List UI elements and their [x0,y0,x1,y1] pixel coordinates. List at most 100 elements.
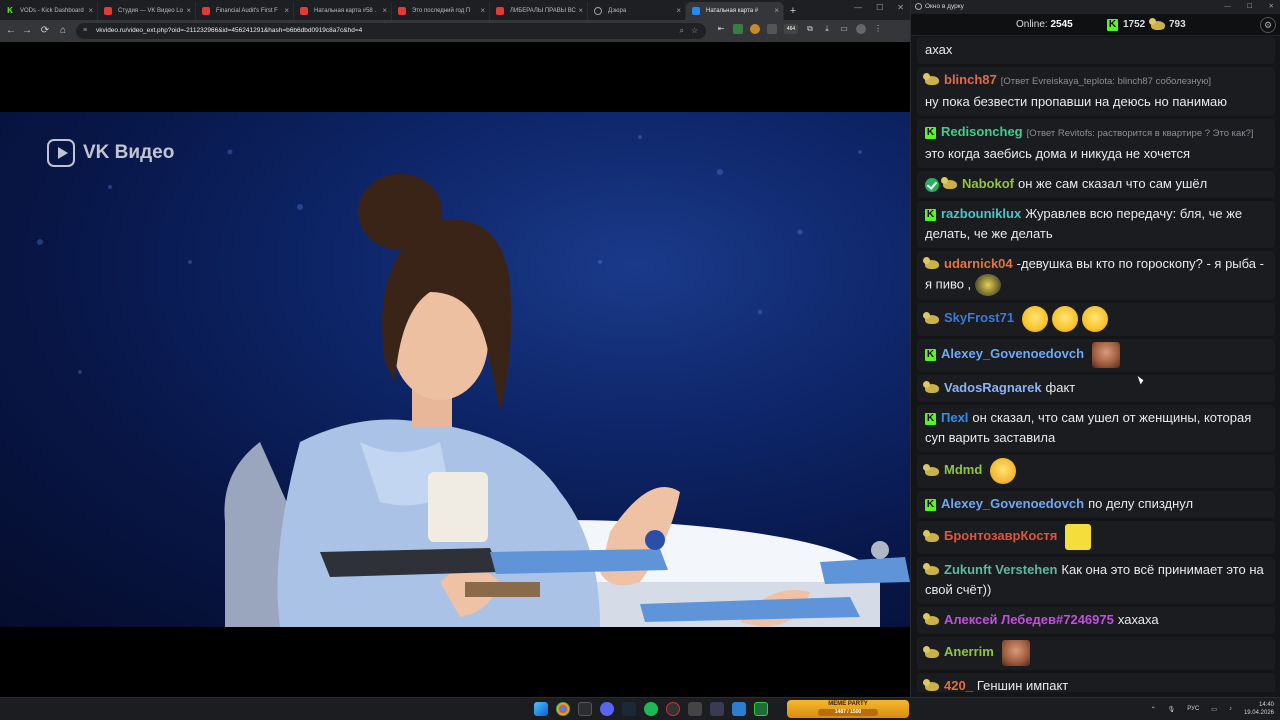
new-tab-button[interactable]: + [784,2,802,20]
chat-username[interactable]: 420_ [944,678,973,692]
chat-username[interactable]: Zukunft Verstehen [944,562,1057,577]
tab-title: Это последний год П [412,8,471,14]
browser-tab[interactable]: Натальная карта #58 . × [294,2,392,20]
browser-tab[interactable]: K VODs - Kick Dashboard × [0,2,98,20]
extension-icon[interactable] [767,24,777,34]
tab-close-icon[interactable]: × [382,2,387,20]
chat-username[interactable]: blinch87 [944,72,997,87]
chat-message-text: по делу спизднул [1088,496,1194,511]
back-icon[interactable]: ← [4,24,18,38]
microphone-icon[interactable]: 🎙 [1168,706,1176,713]
tab-close-icon[interactable]: × [676,2,681,20]
steam-icon[interactable] [622,702,636,716]
browser-tab[interactable]: Дзюра × [588,2,686,20]
browser-tab[interactable]: Financial Audit's First F × [196,2,294,20]
chat-username[interactable]: razbouniklux [941,206,1021,221]
chat-message-list[interactable]: ахах blinch87 [Ответ Evreiskaya_teplota: b… [917,37,1275,692]
browser-tab[interactable]: Натальная карта # × [686,2,784,20]
video-player[interactable]: VK Видео [0,112,910,627]
app-icon[interactable] [754,702,768,716]
network-icon[interactable]: ▭ [1211,706,1217,713]
chat-username[interactable]: udarnick04 [944,256,1013,271]
duck-viewers: 793 [1149,14,1186,36]
reload-icon[interactable]: ⟳ [38,24,52,38]
chat-username[interactable]: Redisoncheg [941,124,1023,139]
duck-logo-icon [941,177,957,190]
tab-close-icon[interactable]: × [186,2,191,20]
address-bar: ← → ⟳ ⌂ ≡ vkvideo.ru/video_ext.php?oid=-… [0,20,910,42]
tab-close-icon[interactable]: × [480,2,485,20]
duck-logo-icon [1149,17,1165,30]
zoom-icon[interactable]: ⌕ [680,23,684,39]
home-icon[interactable]: ⌂ [56,24,70,38]
chat-username[interactable]: Алексей Лебедев#7246975 [944,612,1114,627]
start-menu-icon[interactable] [534,702,548,716]
app-icon[interactable] [710,702,724,716]
duck-logo-icon [923,257,939,270]
close-icon[interactable]: ✕ [1269,0,1274,14]
obs-icon[interactable] [666,702,680,716]
download-icon[interactable]: ⤓ [822,24,832,34]
split-view-icon[interactable]: ▭ [839,24,849,34]
duck-logo-icon [923,679,939,692]
small-emote-icon [975,274,1002,296]
chat-username[interactable]: VadosRagnarek [944,380,1042,395]
red-favicon-icon [104,7,112,15]
menu-kebab-icon[interactable]: ⋮ [873,24,883,34]
clock[interactable]: 14:40 19.04.2026 [1244,701,1274,717]
browser-icon[interactable] [578,702,592,716]
face-emote-icon [1092,342,1121,368]
chat-username[interactable]: Mdmd [944,462,982,477]
url-input[interactable]: ≡ vkvideo.ru/video_ext.php?oid=-21123296… [76,23,706,39]
tab-close-icon[interactable]: × [578,2,583,20]
chat-message: K Alexey_Govenoedovch по делу спизднул [917,491,1275,518]
bookmark-star-icon[interactable]: ☆ [691,23,698,39]
close-icon[interactable]: ✕ [897,3,904,12]
chat-username[interactable]: Nabokof [962,176,1014,191]
puzzle-icon[interactable]: ⧉ [805,24,815,34]
chat-message: БронтозаврКостя [917,521,1275,554]
tab-close-icon[interactable]: × [284,2,289,20]
extension-icon[interactable] [733,24,743,34]
chat-username[interactable]: Alexey_Govenoedovch [941,496,1084,511]
extension-icon[interactable]: ⇤ [716,24,726,34]
maximize-icon[interactable]: ☐ [876,3,883,12]
spotify-icon[interactable] [644,702,658,716]
maximize-icon[interactable]: ☐ [1247,0,1253,14]
extension-badge[interactable]: 464 [784,24,798,34]
chat-username[interactable]: Alexey_Govenoedovch [941,346,1084,361]
chat-message-text: он сказал, что сам ушел от женщины, кото… [925,410,1252,445]
language-indicator[interactable]: РУС [1187,706,1199,712]
browser-tab[interactable]: Это последний год П × [392,2,490,20]
volume-icon[interactable]: ♪ [1229,706,1232,712]
chat-message-text: ахах [925,42,953,57]
chat-username[interactable]: Пexl [941,410,968,425]
browser-tab[interactable]: Студия — VK Видео Lo × [98,2,196,20]
settings-gear-icon[interactable]: ⚙ [1260,17,1276,33]
meme-party-widget[interactable]: MEME PARTY 1487 / 1500 [787,700,909,718]
cry-emote-icon [990,458,1017,484]
minimize-icon[interactable]: — [1224,0,1231,14]
chat-message: Zukunft Verstehen Как она это всё принима… [917,557,1275,604]
chat-username[interactable]: Anerrim [944,644,994,659]
tab-close-icon[interactable]: × [774,2,779,20]
tab-close-icon[interactable]: × [88,2,93,20]
profile-avatar-icon[interactable] [856,24,866,34]
chrome-icon[interactable] [556,702,570,716]
reply-quote: [Ответ Evreiskaya_teplota: blinch87 собо… [1000,76,1211,87]
globe-favicon-icon [594,7,602,15]
chat-username[interactable]: SkyFrost71 [944,310,1014,325]
kick-logo-icon: K [925,126,936,139]
telegram-icon[interactable] [732,702,746,716]
duck-logo-icon [923,529,939,542]
chat-username[interactable]: БронтозаврКостя [944,528,1057,543]
chevron-up-icon[interactable]: ⌃ [1151,706,1156,713]
clock-time: 14:40 [1258,702,1274,708]
discord-icon[interactable] [600,702,614,716]
forward-icon[interactable]: → [20,24,34,38]
app-icon[interactable] [688,702,702,716]
extension-icon[interactable] [750,24,760,34]
minimize-icon[interactable]: — [854,3,862,12]
site-info-icon[interactable]: ≡ [83,23,87,39]
browser-tab[interactable]: ЛИБЕРАЛЫ ПРАВЫ ВС × [490,2,588,20]
